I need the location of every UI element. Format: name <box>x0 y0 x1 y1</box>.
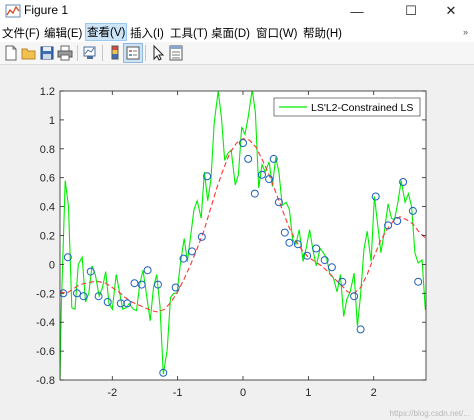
y-tick-label: -0.8 <box>36 375 55 387</box>
menu-insert[interactable]: 插入(I) <box>130 25 164 41</box>
menu-overflow-icon[interactable]: » <box>463 27 468 37</box>
title-bar: Figure 1 — ☐ ✕ <box>0 0 474 22</box>
menu-help[interactable]: 帮助(H) <box>303 25 342 41</box>
watermark: https://blog.csdn.net/... <box>389 409 471 418</box>
y-tick-label: 0.8 <box>40 144 55 156</box>
minimize-button[interactable]: — <box>334 0 380 22</box>
insert-legend-icon[interactable] <box>123 43 143 63</box>
legend-entry-label: LS'L2-Constrained LS <box>311 102 413 114</box>
menu-desktop[interactable]: 桌面(D) <box>211 25 250 41</box>
x-tick-label: 1 <box>305 387 311 399</box>
plot-area <box>60 91 426 380</box>
y-tick-label: -0.2 <box>36 288 55 300</box>
link-plot-icon[interactable] <box>81 44 99 62</box>
close-button[interactable]: ✕ <box>428 0 474 22</box>
chart: -2 -1 0 1 2 -0.8 -0.6 -0.4 -0.2 0 0.2 0.4 0.6 0.8 1 1.2… <box>36 86 427 399</box>
menu-edit[interactable]: 编辑(E) <box>44 25 82 41</box>
menu-tools[interactable]: 工具(T) <box>170 25 208 41</box>
toolbar-separator <box>77 45 78 61</box>
insert-colorbar-icon[interactable] <box>106 44 124 62</box>
y-tick-label: 1.2 <box>40 86 55 98</box>
window-title: Figure 1 <box>24 3 69 17</box>
print-icon[interactable] <box>56 44 74 62</box>
y-tick-label: 0.2 <box>40 231 55 243</box>
toolbar-separator <box>145 45 146 61</box>
x-tick-label: -1 <box>173 387 183 399</box>
edit-plot-icon[interactable] <box>149 44 167 62</box>
menu-file[interactable]: 文件(F) <box>2 25 40 41</box>
y-tick-label: 1 <box>49 115 55 127</box>
menu-window[interactable]: 窗口(W) <box>256 25 298 41</box>
y-tick-label: 0.4 <box>40 202 55 214</box>
new-figure-icon[interactable] <box>2 44 20 62</box>
y-tick-label: -0.4 <box>36 317 55 329</box>
y-tick-label: 0 <box>49 259 55 271</box>
menu-view[interactable]: 查看(V) <box>84 23 128 41</box>
y-tick-label: -0.6 <box>36 346 55 358</box>
toolbar <box>0 42 474 65</box>
figure-canvas: -2 -1 0 1 2 -0.8 -0.6 -0.4 -0.2 0 0.2 0.4 0.6 0.8 1 1.2… <box>0 65 474 420</box>
x-tick-label: 0 <box>240 387 246 399</box>
x-tick-label: -2 <box>107 387 117 399</box>
property-inspector-icon[interactable] <box>167 44 185 62</box>
open-file-icon[interactable] <box>20 44 38 62</box>
menu-bar: 文件(F) 编辑(E) 查看(V) 插入(I) 工具(T) 桌面(D) 窗口(W… <box>0 22 474 42</box>
save-icon[interactable] <box>38 44 56 62</box>
matlab-figure-icon <box>5 4 21 18</box>
y-tick-label: 0.6 <box>40 173 55 185</box>
x-tick-label: 2 <box>371 387 377 399</box>
toolbar-separator <box>102 45 103 61</box>
